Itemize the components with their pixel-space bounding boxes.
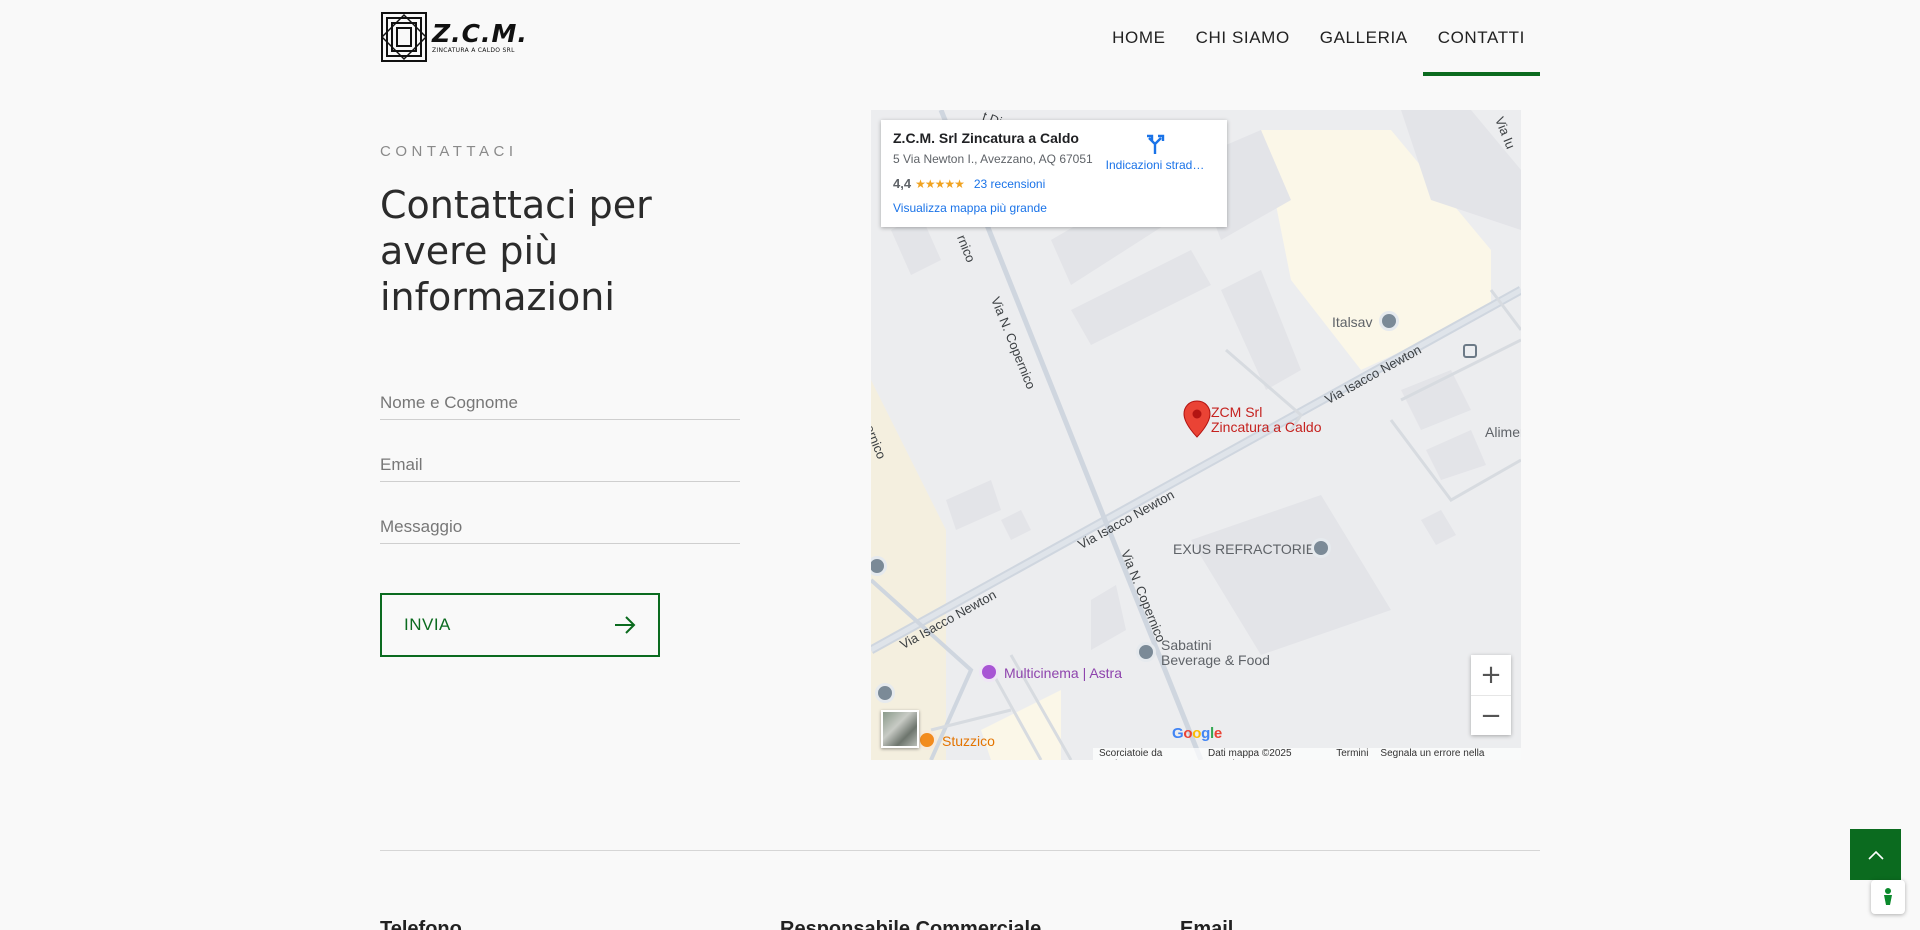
reviews-link[interactable]: 23 recensioni [974, 177, 1045, 191]
map-data-text: Dati mappa ©2025 Google [1207, 748, 1292, 760]
section-eyebrow: CONTATTACI [380, 143, 518, 160]
submit-button[interactable]: INVIA [380, 593, 660, 657]
google-map[interactable]: Via Isacco Newton Via Isacco Newton Via … [871, 110, 1521, 760]
footer-email-heading: Email [1180, 918, 1234, 930]
info-rating-row: 4,4 ★★★★★ 23 recensioni [893, 176, 1215, 191]
directions-label: Indicazioni strad… [1105, 158, 1205, 172]
poi-bottom-left-icon[interactable] [875, 683, 895, 703]
view-larger-map-link[interactable]: Visualizza mappa più grande [893, 201, 1215, 215]
footer-phone-heading: Telefono [380, 918, 462, 930]
footer-sales-heading: Responsabile Commerciale [780, 918, 1042, 930]
page-title: Contattaci per avere più informazioni [380, 183, 652, 319]
nav-item-home[interactable]: HOME [1097, 0, 1180, 76]
arrow-right-icon [615, 616, 636, 634]
poi-sabatini-label: Sabatini Beverage & Food [1161, 638, 1270, 668]
google-logo: Google [1172, 725, 1222, 742]
poi-exus-label: EXUS REFRACTORIES [1173, 541, 1325, 557]
chevron-up-icon [1867, 850, 1884, 860]
logo-text: Z.C.M. ZINCATURA A CALDO SRL [432, 21, 528, 54]
logo-main-text: Z.C.M. [432, 18, 528, 48]
rating-stars-icon: ★★★★★ [915, 176, 965, 191]
submit-label: INVIA [404, 615, 451, 634]
cookie-settings-button[interactable] [1871, 880, 1905, 914]
poi-multicinema-label: Multicinema | Astra [1004, 665, 1123, 681]
bus-stop-icon[interactable] [1463, 344, 1477, 358]
place-label: ZCM Srl Zincatura a Caldo [1211, 405, 1322, 435]
poi-alimer-label: Alimer [1485, 424, 1521, 440]
poi-cinema-icon[interactable] [979, 662, 999, 682]
report-error-link[interactable]: Segnala un errore nella mappa [1380, 748, 1515, 760]
place-label-line1: ZCM Srl [1211, 404, 1263, 420]
message-field[interactable] [380, 504, 740, 544]
nav-item-contatti[interactable]: CONTATTI [1422, 0, 1541, 76]
nav-item-chi-siamo[interactable]: CHI SIAMO [1181, 0, 1305, 76]
directions-icon [1147, 134, 1165, 154]
place-pin-icon[interactable] [1183, 400, 1211, 438]
poi-sabatini-line2: Beverage & Food [1161, 652, 1270, 668]
zoom-controls: + − [1471, 655, 1511, 735]
site-header: Z.C.M. ZINCATURA A CALDO SRL HOME CHI SI… [380, 0, 1541, 76]
directions-button[interactable]: Indicazioni strad… [1105, 132, 1205, 172]
accessibility-icon [1884, 888, 1892, 905]
back-to-top-button[interactable] [1850, 829, 1901, 880]
keyboard-shortcuts-link[interactable]: Scorciatoie da tastiera [1099, 748, 1196, 760]
zoom-in-button[interactable]: + [1471, 655, 1511, 695]
info-rating: 4,4 [893, 176, 912, 191]
poi-exus-icon[interactable] [1311, 538, 1331, 558]
name-field[interactable] [380, 380, 740, 420]
main-nav: HOME CHI SIAMO GALLERIA CONTATTI [1097, 0, 1541, 76]
poi-sabatini-icon[interactable] [1136, 642, 1156, 662]
nav-item-galleria[interactable]: GALLERIA [1305, 0, 1423, 76]
poi-italsav-icon[interactable] [1379, 311, 1399, 331]
satellite-toggle[interactable] [881, 710, 919, 748]
poi-restaurant-icon[interactable] [917, 730, 937, 750]
place-label-line2: Zincatura a Caldo [1211, 419, 1322, 435]
email-field[interactable] [380, 442, 740, 482]
poi-italsav-label: Italsav [1332, 314, 1373, 330]
poi-stuzzico-label: Stuzzico [942, 733, 995, 749]
logo-mark-icon [380, 12, 428, 62]
map-info-card: Z.C.M. Srl Zincatura a Caldo 5 Via Newto… [881, 120, 1227, 227]
map-attribution: Scorciatoie da tastiera Dati mappa ©2025… [1093, 748, 1521, 760]
terms-link[interactable]: Termini [1336, 748, 1368, 760]
logo-sub-text: ZINCATURA A CALDO SRL [432, 46, 515, 54]
zoom-out-button[interactable]: − [1471, 695, 1511, 735]
logo[interactable]: Z.C.M. ZINCATURA A CALDO SRL [380, 10, 540, 64]
section-divider [380, 850, 1540, 851]
poi-sabatini-line1: Sabatini [1161, 637, 1212, 653]
